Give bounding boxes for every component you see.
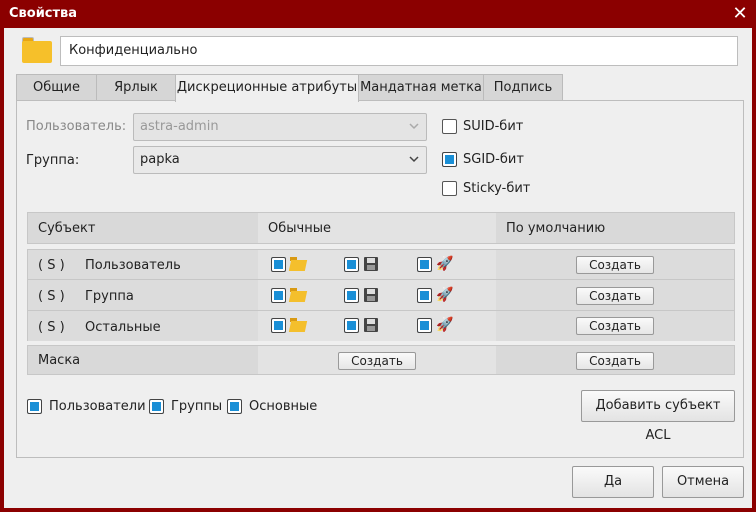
write-checkbox[interactable] (344, 288, 359, 303)
owner-user-value: astra-admin (140, 119, 219, 134)
owner-user-label: Пользователь: (26, 119, 127, 134)
sgid-label: SGID-бит (463, 152, 524, 167)
owner-group-value: papka (140, 152, 180, 167)
write-checkbox[interactable] (344, 318, 359, 333)
acl-header-row: Субъект Обычные По умолчанию (27, 212, 735, 244)
ok-button[interactable]: Да (572, 466, 654, 498)
row-subject-name: Пользователь (85, 258, 181, 273)
add-acl-subject-button[interactable]: Добавить субъект ACL (581, 390, 735, 443)
chevron-down-icon (409, 123, 419, 130)
read-checkbox[interactable] (271, 288, 286, 303)
rocket-icon: 🚀 (436, 287, 454, 303)
create-default-button[interactable]: Создать (576, 317, 654, 335)
floppy-disk-icon (364, 318, 378, 332)
acl-rows: ( S ) Пользователь 🚀 Создать ( S ) Групп… (27, 249, 735, 341)
row-special-flag: ( S ) (38, 289, 65, 304)
floppy-disk-icon (364, 288, 378, 302)
row-special-flag: ( S ) (38, 258, 65, 273)
tab-mandatory-label[interactable]: Мандатная метка (358, 74, 484, 101)
name-input[interactable]: Конфиденциально (60, 36, 738, 66)
create-default-button[interactable]: Создать (576, 287, 654, 305)
folder-open-icon (288, 318, 308, 332)
properties-window: Свойства ✕ Конфиденциально Общие Ярлык Д… (0, 0, 756, 512)
owner-user-combo[interactable]: astra-admin (133, 113, 427, 141)
folder-open-icon (288, 288, 308, 302)
tab-general[interactable]: Общие (16, 74, 97, 101)
tab-signature[interactable]: Подпись (483, 74, 563, 101)
sticky-checkbox[interactable] (442, 181, 457, 196)
filter-basic-checkbox[interactable] (227, 399, 242, 414)
tab-discretionary-attributes[interactable]: Дискреционные атрибуты (175, 74, 359, 102)
filter-users-label: Пользователи (49, 399, 146, 414)
create-default-button[interactable]: Создать (576, 256, 654, 274)
dialog-client-area: Конфиденциально Общие Ярлык Дискреционны… (4, 28, 752, 508)
row-special-flag: ( S ) (38, 320, 65, 335)
sgid-checkbox[interactable] (442, 152, 457, 167)
create-mask-button[interactable]: Создать (338, 352, 416, 370)
filter-basic-label: Основные (249, 399, 318, 414)
read-checkbox[interactable] (271, 257, 286, 272)
filter-users-checkbox[interactable] (27, 399, 42, 414)
tab-shortcut[interactable]: Ярлык (96, 74, 176, 101)
filter-groups-label: Группы (171, 399, 223, 414)
filter-groups-checkbox[interactable] (149, 399, 164, 414)
header-regular: Обычные (268, 221, 331, 236)
mask-label: Маска (38, 353, 81, 368)
execute-checkbox[interactable] (417, 288, 432, 303)
folder-icon (22, 37, 52, 63)
header-subject: Субъект (38, 221, 96, 236)
close-icon[interactable]: ✕ (732, 5, 748, 23)
window-titlebar[interactable]: Свойства ✕ (0, 0, 756, 28)
discretionary-panel: Пользователь: astra-admin Группа: papka … (16, 100, 744, 458)
window-title: Свойства (9, 6, 78, 21)
table-row[interactable]: ( S ) Остальные 🚀 Создать (28, 311, 734, 341)
owner-group-combo[interactable]: papka (133, 146, 427, 174)
suid-label: SUID-бит (463, 119, 524, 134)
table-row[interactable]: ( S ) Группа 🚀 Создать (28, 280, 734, 311)
row-subject-name: Группа (85, 289, 134, 304)
execute-checkbox[interactable] (417, 257, 432, 272)
header-default: По умолчанию (506, 221, 606, 236)
read-checkbox[interactable] (271, 318, 286, 333)
floppy-disk-icon (364, 257, 378, 271)
cancel-button[interactable]: Отмена (662, 466, 744, 498)
row-subject-name: Остальные (85, 320, 161, 335)
sticky-label: Sticky-бит (463, 181, 531, 196)
table-row[interactable]: ( S ) Пользователь 🚀 Создать (28, 250, 734, 280)
chevron-down-icon (409, 156, 419, 163)
rocket-icon: 🚀 (436, 256, 454, 272)
folder-open-icon (288, 257, 308, 271)
create-default-mask-button[interactable]: Создать (576, 352, 654, 370)
suid-checkbox[interactable] (442, 119, 457, 134)
owner-group-label: Группа: (26, 153, 80, 168)
execute-checkbox[interactable] (417, 318, 432, 333)
rocket-icon: 🚀 (436, 317, 454, 333)
mask-row: Маска Создать Создать (27, 345, 735, 375)
write-checkbox[interactable] (344, 257, 359, 272)
